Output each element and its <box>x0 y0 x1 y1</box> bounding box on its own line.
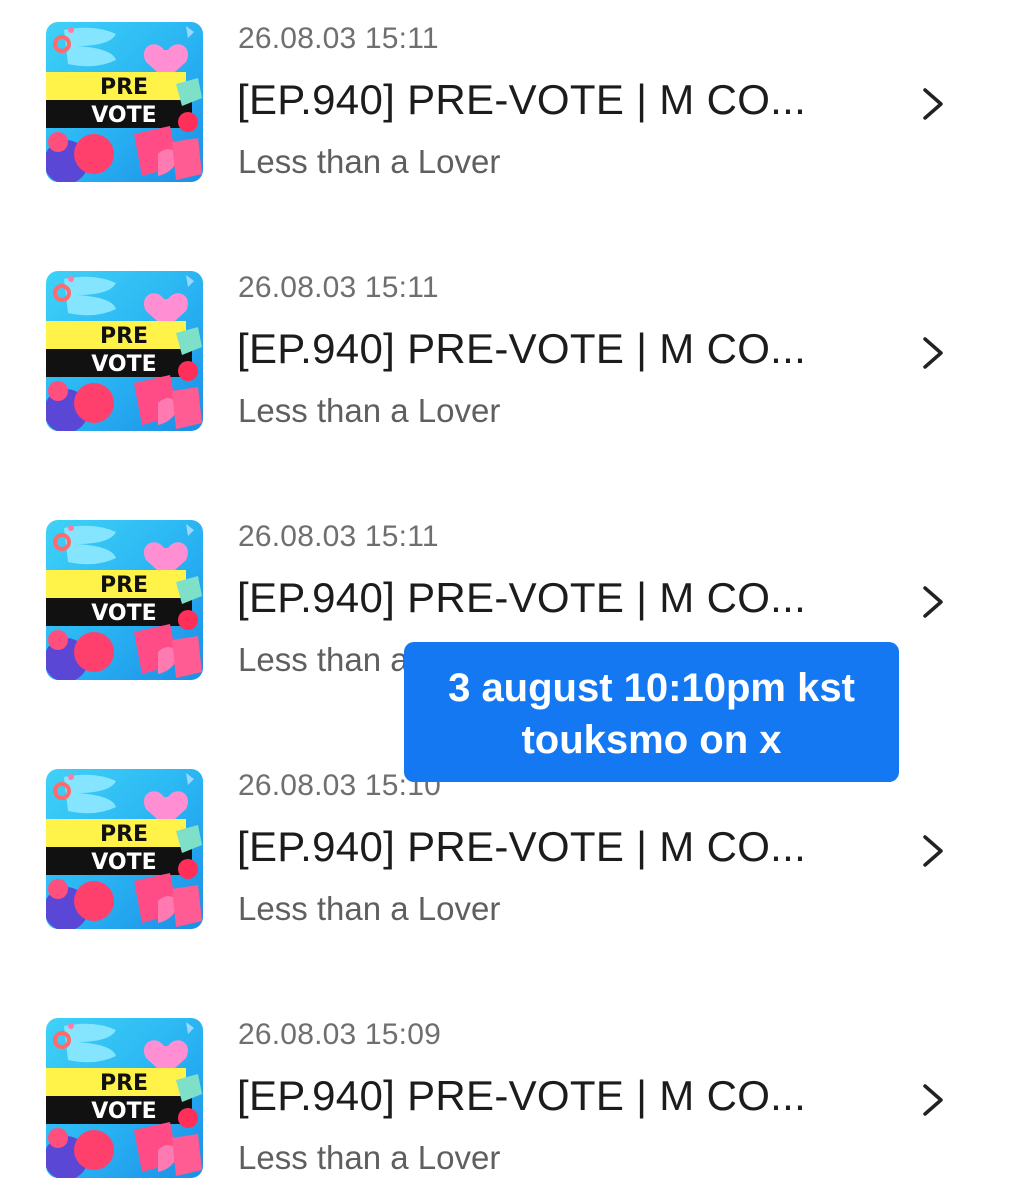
chevron-right-icon[interactable] <box>916 84 948 124</box>
episode-thumbnail: PRE VOTE <box>46 1018 203 1178</box>
episode-row[interactable]: PRE VOTE 26.08.03 15:11 [EP.940] PRE-VOT… <box>0 249 1015 439</box>
episode-thumbnail: PRE VOTE <box>46 22 203 182</box>
chevron-right-icon[interactable] <box>916 333 948 373</box>
episode-timestamp: 26.08.03 15:09 <box>238 1018 441 1051</box>
chevron-right-icon[interactable] <box>916 1080 948 1120</box>
thumbnail-line-2: VOTE <box>91 1099 156 1124</box>
chevron-right-icon[interactable] <box>916 831 948 871</box>
watermark-overlay: 3 august 10:10pm kst touksmo on x <box>404 642 899 782</box>
episode-subtitle: Less than a Lover <box>238 392 501 429</box>
episode-row[interactable]: PRE VOTE 26.08.03 15:11 [EP.940] PRE-VOT… <box>0 0 1015 190</box>
episode-title: [EP.940] PRE-VOTE | M CO... <box>237 823 807 870</box>
episode-subtitle: Less than a Lover <box>238 890 501 927</box>
thumbnail-line-1: PRE <box>100 75 148 100</box>
thumbnail-line-2: VOTE <box>91 103 156 128</box>
episode-thumbnail: PRE VOTE <box>46 769 203 929</box>
episode-title: [EP.940] PRE-VOTE | M CO... <box>237 325 807 372</box>
episode-timestamp: 26.08.03 15:11 <box>238 22 439 55</box>
chevron-right-icon[interactable] <box>916 582 948 622</box>
overlay-line-2: touksmo on x <box>521 718 782 762</box>
episode-subtitle: Less than a Lover <box>238 1139 501 1176</box>
thumbnail-line-1: PRE <box>100 822 148 847</box>
thumbnail-line-2: VOTE <box>91 850 156 875</box>
episode-list: PRE VOTE 26.08.03 15:11 [EP.940] PRE-VOT… <box>0 0 1015 1200</box>
thumbnail-line-2: VOTE <box>91 601 156 626</box>
episode-timestamp: 26.08.03 15:11 <box>238 520 439 553</box>
episode-title: [EP.940] PRE-VOTE | M CO... <box>237 1072 807 1119</box>
episode-subtitle: Less than a Lover <box>238 143 501 180</box>
episode-thumbnail: PRE VOTE <box>46 520 203 680</box>
episode-title: [EP.940] PRE-VOTE | M CO... <box>237 574 807 621</box>
thumbnail-line-2: VOTE <box>91 352 156 377</box>
episode-title: [EP.940] PRE-VOTE | M CO... <box>237 76 807 123</box>
episode-thumbnail: PRE VOTE <box>46 271 203 431</box>
episode-row[interactable]: PRE VOTE 26.08.03 15:09 [EP.940] PRE-VOT… <box>0 996 1015 1186</box>
episode-timestamp: 26.08.03 15:11 <box>238 271 439 304</box>
overlay-line-1: 3 august 10:10pm kst <box>448 666 855 710</box>
thumbnail-line-1: PRE <box>100 1071 148 1096</box>
thumbnail-line-1: PRE <box>100 573 148 598</box>
thumbnail-line-1: PRE <box>100 324 148 349</box>
